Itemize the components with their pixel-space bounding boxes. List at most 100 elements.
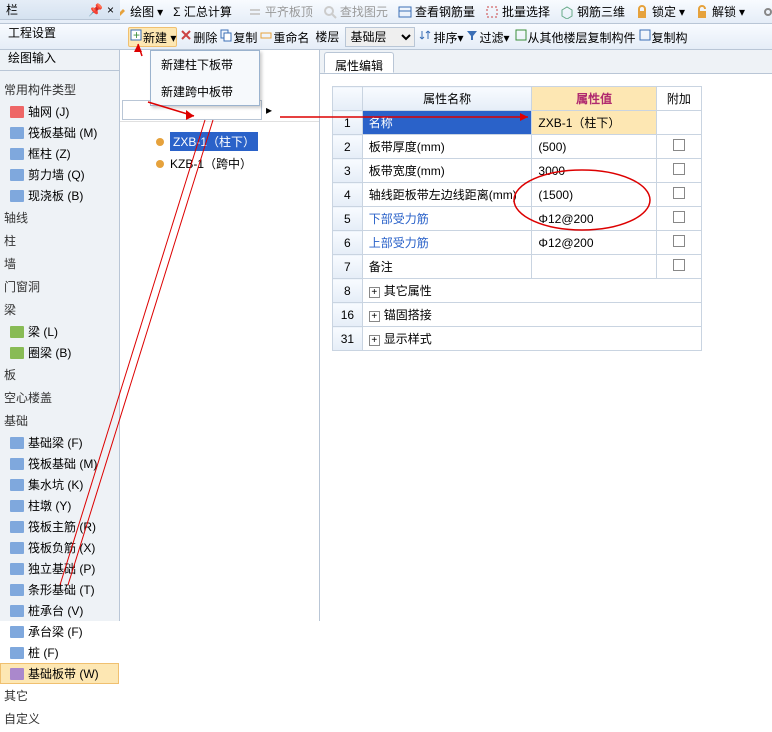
expand-row-other[interactable]: 8+其它属性 xyxy=(333,279,702,303)
tree-node-column[interactable]: 框柱 (Z) xyxy=(0,143,119,164)
tree-node-foundbeam[interactable]: 基础梁 (F) xyxy=(0,432,119,453)
checkbox[interactable] xyxy=(673,259,685,271)
sum-button[interactable]: Σ 汇总计算 xyxy=(169,1,236,22)
prop-attach[interactable] xyxy=(656,255,701,279)
table-row[interactable]: 3板带宽度(mm)3000 xyxy=(333,159,702,183)
delete-icon xyxy=(179,28,193,42)
expand-row-display[interactable]: 31+显示样式 xyxy=(333,327,702,351)
rename-button[interactable]: 重命名 xyxy=(259,28,309,46)
tree-group-board[interactable]: 板 xyxy=(0,363,119,386)
prop-attach[interactable] xyxy=(656,111,701,135)
prop-value[interactable]: Φ12@200 xyxy=(532,231,656,255)
table-row[interactable]: 6上部受力筋Φ12@200 xyxy=(333,231,702,255)
tree-node-shearwall[interactable]: 剪力墙 (Q) xyxy=(0,164,119,185)
tree-node-capbeam[interactable]: 承台梁 (F) xyxy=(0,621,119,642)
tree-node-beam[interactable]: 梁 (L) xyxy=(0,321,119,342)
sort-icon xyxy=(419,28,433,42)
table-row[interactable]: 7备注 xyxy=(333,255,702,279)
tree-group-other[interactable]: 其它 xyxy=(0,684,119,707)
expand-icon[interactable]: + xyxy=(369,287,380,298)
filter-button[interactable]: 过滤▾ xyxy=(465,28,509,46)
tree-group-custom[interactable]: 自定义 xyxy=(0,707,119,730)
tree-node-ringbeam[interactable]: 圈梁 (B) xyxy=(0,342,119,363)
draw-input[interactable]: 绘图输入 xyxy=(0,45,120,71)
checkbox[interactable] xyxy=(673,211,685,223)
align-button[interactable]: 平齐板顶 xyxy=(244,1,317,22)
close-icon[interactable]: × xyxy=(107,3,114,17)
tree-node-mainbar[interactable]: 筏板主筋 (R) xyxy=(0,516,119,537)
batch-button[interactable]: 批量 xyxy=(757,1,772,22)
prop-attach[interactable] xyxy=(656,207,701,231)
tree-group-axis[interactable]: 轴线 xyxy=(0,206,119,229)
gear-icon xyxy=(154,158,166,170)
col-value: 属性值 xyxy=(532,87,656,111)
tree-node-negbar[interactable]: 筏板负筋 (X) xyxy=(0,537,119,558)
pier-icon xyxy=(10,500,24,512)
new-button[interactable]: +新建 ▾ xyxy=(128,27,177,47)
table-row[interactable]: 2板带厚度(mm)(500) xyxy=(333,135,702,159)
menu-new-span-band[interactable]: 新建跨中板带 xyxy=(151,78,259,105)
tree-node-pilecap[interactable]: 桩承台 (V) xyxy=(0,600,119,621)
table-row[interactable]: 4轴线距板带左边线距离(mm)(1500) xyxy=(333,183,702,207)
row-number: 2 xyxy=(333,135,363,159)
tree-node-raft2[interactable]: 筏板基础 (M) xyxy=(0,453,119,474)
col-rownum xyxy=(333,87,363,111)
prop-value[interactable]: (500) xyxy=(532,135,656,159)
prop-value[interactable]: (1500) xyxy=(532,183,656,207)
tree-node-pier[interactable]: 柱墩 (Y) xyxy=(0,495,119,516)
table-row[interactable]: 5下部受力筋Φ12@200 xyxy=(333,207,702,231)
unlock-button[interactable]: 解锁▾ xyxy=(691,1,749,22)
prop-value[interactable]: ZXB-1（柱下） xyxy=(532,111,656,135)
checkbox[interactable] xyxy=(673,235,685,247)
tree-group-beam[interactable]: 梁 xyxy=(0,298,119,321)
tree-group-foundation[interactable]: 基础 xyxy=(0,409,119,432)
prop-value[interactable]: Φ12@200 xyxy=(532,207,656,231)
tree-node-pile[interactable]: 桩 (F) xyxy=(0,642,119,663)
checkbox[interactable] xyxy=(673,163,685,175)
checkbox[interactable] xyxy=(673,187,685,199)
delete-button[interactable]: 删除 xyxy=(179,28,217,46)
grid-icon xyxy=(10,106,24,118)
search-go-icon[interactable]: ▸ xyxy=(266,103,272,117)
view-rebar-button[interactable]: 查看钢筋量 xyxy=(394,1,479,22)
tree-node-strip[interactable]: 条形基础 (T) xyxy=(0,579,119,600)
list-item-kzb1[interactable]: KZB-1（跨中） xyxy=(124,153,315,174)
tree-group-common[interactable]: 常用构件类型 xyxy=(0,78,119,101)
tree-node-axis[interactable]: 轴网 (J) xyxy=(0,101,119,122)
band-icon xyxy=(10,668,24,680)
copy-component-button[interactable]: 复制构 xyxy=(638,28,688,46)
table-row[interactable]: 1名称ZXB-1（柱下） xyxy=(333,111,702,135)
list-item-zxb1[interactable]: ZXB-1（柱下） xyxy=(124,130,315,153)
tree-node-sump[interactable]: 集水坑 (K) xyxy=(0,474,119,495)
tree-node-foundband[interactable]: 基础板带 (W) xyxy=(0,663,119,684)
expand-icon[interactable]: + xyxy=(369,335,380,346)
batch-select-button[interactable]: 批量选择 xyxy=(481,1,554,22)
tree-group-wall[interactable]: 墙 xyxy=(0,252,119,275)
find-button[interactable]: 查找图元 xyxy=(319,1,392,22)
pin-icon[interactable]: 📌 xyxy=(88,3,103,17)
lock-button[interactable]: 锁定▾ xyxy=(631,1,689,22)
checkbox[interactable] xyxy=(673,139,685,151)
expand-icon[interactable]: + xyxy=(369,311,380,322)
floor-select[interactable]: 基础层 xyxy=(345,27,415,47)
tree-group-door[interactable]: 门窗洞 xyxy=(0,275,119,298)
tree-group-hollow[interactable]: 空心楼盖 xyxy=(0,386,119,409)
engineering-settings[interactable]: 工程设置 xyxy=(0,20,120,45)
expand-row-anchor[interactable]: 16+锚固搭接 xyxy=(333,303,702,327)
rebar-3d-button[interactable]: 钢筋三维 xyxy=(556,1,629,22)
copy-button[interactable]: 复制 xyxy=(219,28,257,46)
prop-value[interactable]: 3000 xyxy=(532,159,656,183)
prop-value[interactable] xyxy=(532,255,656,279)
prop-attach[interactable] xyxy=(656,183,701,207)
prop-attach[interactable] xyxy=(656,135,701,159)
sort-button[interactable]: 排序▾ xyxy=(419,28,463,46)
tree-group-column[interactable]: 柱 xyxy=(0,229,119,252)
copy-from-floor-button[interactable]: 从其他楼层复制构件 xyxy=(514,28,636,46)
prop-attach[interactable] xyxy=(656,159,701,183)
prop-attach[interactable] xyxy=(656,231,701,255)
tree-node-raft[interactable]: 筏板基础 (M) xyxy=(0,122,119,143)
tab-property-edit[interactable]: 属性编辑 xyxy=(324,52,394,73)
tree-node-isolated[interactable]: 独立基础 (P) xyxy=(0,558,119,579)
tree-node-castboard[interactable]: 现浇板 (B) xyxy=(0,185,119,206)
menu-new-column-band[interactable]: 新建柱下板带 xyxy=(151,51,259,78)
